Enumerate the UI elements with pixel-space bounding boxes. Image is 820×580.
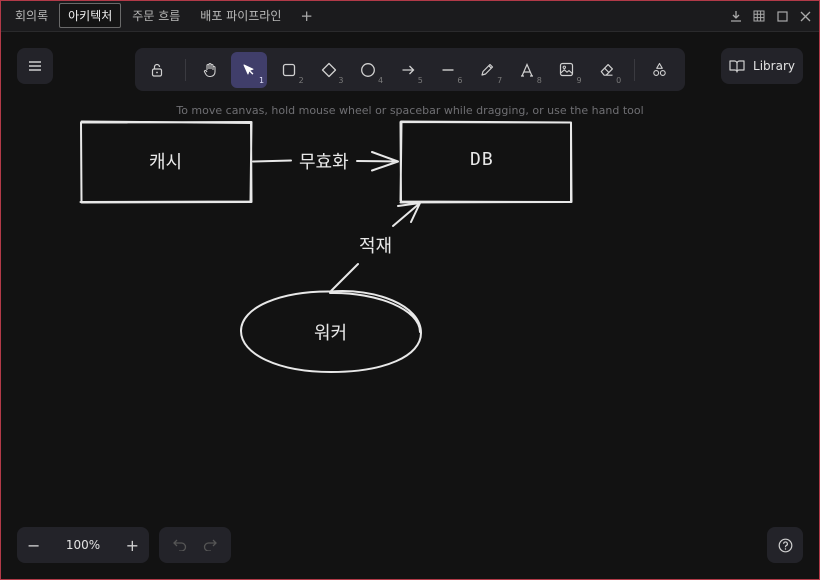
zoom-out-button[interactable]: − bbox=[27, 536, 40, 555]
help-button[interactable] bbox=[767, 527, 803, 563]
zoom-controls: − 100% + bbox=[17, 527, 149, 563]
redo-icon bbox=[203, 539, 217, 552]
db-label: DB bbox=[470, 149, 494, 170]
zoom-in-button[interactable]: + bbox=[126, 536, 139, 555]
undo-redo-controls bbox=[159, 527, 231, 563]
zoom-level[interactable]: 100% bbox=[66, 538, 100, 552]
cache-label: 캐시 bbox=[149, 152, 183, 173]
undo-icon bbox=[173, 539, 187, 552]
redo-button[interactable] bbox=[203, 536, 217, 555]
load-label: 적재 bbox=[359, 236, 393, 257]
help-icon bbox=[778, 538, 792, 552]
invalidate-label: 무효화 bbox=[299, 152, 349, 173]
diagram bbox=[79, 120, 573, 373]
worker-label: 워커 bbox=[314, 323, 348, 344]
undo-button[interactable] bbox=[173, 536, 187, 555]
